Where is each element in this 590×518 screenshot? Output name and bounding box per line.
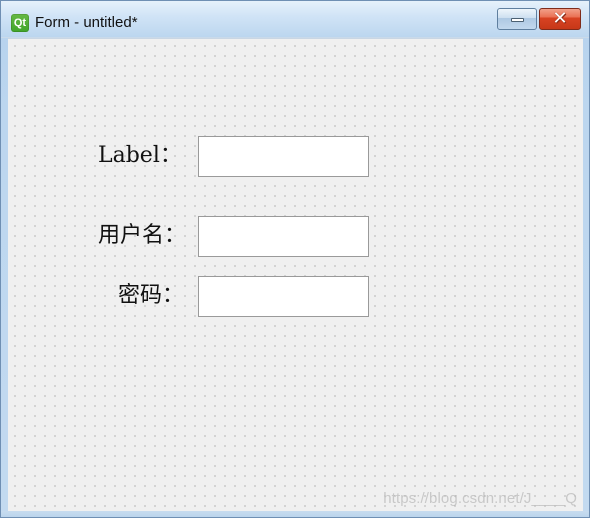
- close-icon: ✕: [552, 8, 568, 29]
- window-bottom-border: [1, 511, 589, 517]
- close-button[interactable]: ✕: [539, 8, 581, 30]
- watermark: https://blog.csdn.net/J____Q: [383, 490, 577, 507]
- window-controls: ✕: [497, 8, 581, 30]
- title-bar[interactable]: Qt Form - untitled* ✕: [1, 1, 589, 38]
- qt-icon: Qt: [11, 14, 29, 32]
- password-label: 密码：: [118, 283, 185, 308]
- window-title: Form - untitled*: [35, 14, 138, 31]
- username-input[interactable]: [198, 216, 369, 257]
- username-label: 用户名：: [98, 223, 187, 248]
- minimize-icon: [511, 18, 524, 22]
- minimize-button[interactable]: [497, 8, 537, 30]
- password-input[interactable]: [198, 276, 369, 317]
- label-row: Label：: [8, 136, 388, 177]
- label-input[interactable]: [198, 136, 369, 177]
- username-row: 用户名：: [8, 216, 388, 257]
- form-canvas[interactable]: Label： 用户名： 密码： https://blog.csdn.net/J_…: [8, 38, 583, 511]
- designer-form-window: Qt Form - untitled* ✕ Label： 用户名： 密码： ht…: [0, 0, 590, 518]
- label-field-label: Label：: [98, 143, 182, 168]
- password-row: 密码：: [8, 276, 388, 317]
